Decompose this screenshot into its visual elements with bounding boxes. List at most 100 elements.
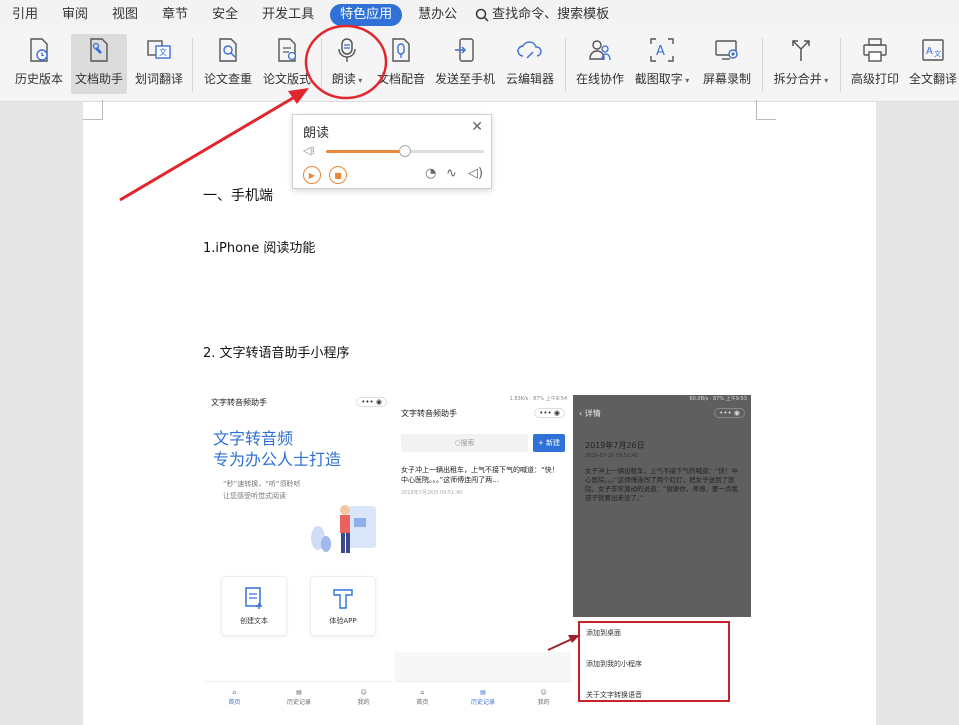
detail-date: 2019年7月26日: [585, 441, 645, 450]
cloud-editor-label: 云编辑器: [505, 72, 554, 86]
paper-check-button[interactable]: 论文查重: [200, 34, 256, 94]
online-collab-button[interactable]: 在线协作: [572, 34, 628, 94]
phone1-tab-history[interactable]: ▤ 历史记录: [287, 689, 311, 706]
svg-text:A: A: [926, 46, 933, 57]
volume-icon: ◁⁞: [303, 144, 315, 157]
detail-body-text: 女子冲上一辆出租车，上气不接下气的喊道：“快！中心医院。。。”这师傅连闯了两个红…: [585, 467, 738, 502]
history-version-label: 历史版本: [14, 72, 63, 86]
phone2-app-title: 文字转音频助手: [401, 408, 457, 418]
speed-icon[interactable]: ◔: [425, 166, 436, 181]
menu-dev-tools[interactable]: 开发工具: [250, 4, 326, 26]
phone1-tab-home[interactable]: ⌂ 首页: [228, 689, 240, 706]
capsule-menu-icon: ••• ◉: [714, 408, 745, 418]
send-to-phone-button[interactable]: 发送至手机: [432, 34, 498, 94]
add-to-desktop-option[interactable]: 添加到桌面: [586, 628, 621, 638]
home-icon: ⌂: [232, 689, 237, 696]
chevron-down-icon: ▾: [682, 76, 690, 85]
create-text-card[interactable]: 创建文本: [221, 576, 287, 636]
stop-button[interactable]: ■: [329, 166, 347, 184]
create-text-label: 创建文本: [240, 617, 268, 625]
read-aloud-popup: 朗读 ✕ ◁⁞ ▶ ■ ◔ ∿ ◁): [292, 114, 492, 189]
volume-slider-handle[interactable]: [399, 145, 411, 157]
capsule-menu-icon: ••• ◉: [534, 408, 565, 418]
menu-chapter[interactable]: 章节: [150, 4, 200, 26]
screenshot-ocr-button[interactable]: A 截图取字 ▾: [631, 34, 693, 94]
create-doc-icon: [245, 587, 262, 609]
voiceover-mic-icon: [392, 38, 410, 62]
doc-voiceover-button[interactable]: 文档配音: [373, 34, 429, 94]
ocr-text-icon: A: [650, 38, 674, 62]
ribbon-separator: [192, 38, 193, 92]
history-item-time: 2019年7月26日 09:51:40: [401, 490, 463, 496]
menu-review[interactable]: 审阅: [50, 4, 100, 26]
screen-record-label: 屏幕录制: [702, 72, 751, 86]
phone1-tab-mine[interactable]: ☺ 我的: [358, 689, 370, 706]
chevron-down-icon: ▾: [821, 76, 829, 85]
history-icon: ▤: [480, 689, 486, 696]
phone2-tab-mine[interactable]: ☺ 我的: [538, 689, 550, 706]
advanced-print-button[interactable]: 高级打印: [847, 34, 903, 94]
try-app-card[interactable]: 体验APP: [310, 576, 376, 636]
ribbon-toolbar: 历史版本 文档助手 文 划词翻译 论文查重 论文版式 朗读 ▾ 文档配音 发送至…: [0, 30, 959, 102]
page-corner-mark: [756, 100, 776, 120]
split-merge-button[interactable]: 拆分合并 ▾: [770, 34, 832, 94]
volume-slider[interactable]: [326, 145, 484, 157]
read-aloud-button[interactable]: 朗读 ▾: [325, 34, 369, 94]
ribbon-separator: [321, 38, 322, 92]
menu-view[interactable]: 视图: [100, 4, 150, 26]
phone3-header: ‹ 详情: [579, 408, 601, 418]
add-to-my-miniprogram-option[interactable]: 添加到我的小程序: [586, 659, 642, 669]
ribbon-separator: [840, 38, 841, 92]
phone2-tab-history[interactable]: ▤ 历史记录: [471, 689, 495, 706]
about-tts-option[interactable]: 关于文字转换语音: [586, 690, 642, 700]
cloud-editor-button[interactable]: 云编辑器: [502, 34, 558, 94]
speaker-settings-icon[interactable]: ◁): [468, 166, 483, 181]
reading-person-illustration-icon: [311, 505, 376, 553]
paper-check-label: 论文查重: [203, 72, 252, 86]
word-translate-label: 划词翻译: [134, 72, 183, 86]
send-phone-icon: [455, 38, 474, 62]
svg-text:A: A: [656, 44, 665, 59]
split-merge-icon: [792, 40, 810, 61]
command-search-label: 查找命令、搜索模板: [492, 7, 610, 22]
play-button[interactable]: ▶: [303, 166, 321, 184]
ribbon-separator: [762, 38, 763, 92]
phone1-tab-bar: ⌂ 首页 ▤ 历史记录 ☺ 我的: [205, 681, 393, 713]
phone2-tab-home[interactable]: ⌂ 首页: [416, 689, 428, 706]
search-icon: [475, 8, 489, 22]
word-translate-button[interactable]: 文 划词翻译: [131, 34, 187, 94]
full-translate-label: 全文翻译: [908, 72, 957, 86]
screen-record-icon: [715, 40, 738, 60]
menu-reference[interactable]: 引用: [0, 4, 50, 26]
menu-security[interactable]: 安全: [200, 4, 250, 26]
phone1-subtitle-1: “秒”速转换，“听”须聆听: [223, 480, 301, 488]
page-corner-mark: [83, 100, 103, 120]
menu-smart-office[interactable]: 慧办公: [406, 4, 469, 26]
history-list-item[interactable]: 女子冲上一辆出租车，上气不接下气的喊道：“快！中心医院。。。”这师傅连闯了两… …: [401, 465, 565, 498]
try-app-label: 体验APP: [329, 617, 357, 625]
waveform-icon[interactable]: ∿: [446, 166, 457, 181]
full-translate-button[interactable]: A文 全文翻译: [906, 34, 959, 94]
doc-helper-button[interactable]: 文档助手: [71, 34, 127, 94]
paper-format-label: 论文版式: [262, 72, 311, 86]
people-icon: [589, 40, 611, 61]
command-search[interactable]: 查找命令、搜索模板: [469, 4, 621, 26]
phone2-search-input[interactable]: ○搜索: [401, 434, 528, 452]
close-icon[interactable]: ✕: [471, 119, 483, 135]
history-version-button[interactable]: 历史版本: [10, 34, 68, 94]
online-collab-label: 在线协作: [575, 72, 624, 86]
heading-tts-miniprogram: 2. 文字转语音助手小程序: [203, 346, 350, 361]
phone-screenshot-home: 文字转音频助手 ••• ◉ 文字转音频 专为办公人士打造 “秒”速转换，“听”须…: [205, 388, 393, 713]
paper-format-button[interactable]: 论文版式: [259, 34, 315, 94]
read-aloud-label: 朗读 ▾: [331, 72, 363, 86]
heading-iphone-reading: 1.iPhone 阅读功能: [203, 241, 316, 256]
phone2-new-button[interactable]: + 新建: [533, 434, 565, 452]
volume-slider-fill: [326, 150, 405, 153]
doc-helper-icon: [90, 38, 108, 62]
screen-record-button[interactable]: 屏幕录制: [700, 34, 754, 94]
home-icon: ⌂: [420, 689, 425, 696]
play-icon: ▶: [308, 170, 316, 180]
menu-featured-apps[interactable]: 特色应用: [330, 4, 403, 26]
phone2-blank-area: [395, 652, 571, 682]
svg-text:文: 文: [934, 49, 941, 58]
